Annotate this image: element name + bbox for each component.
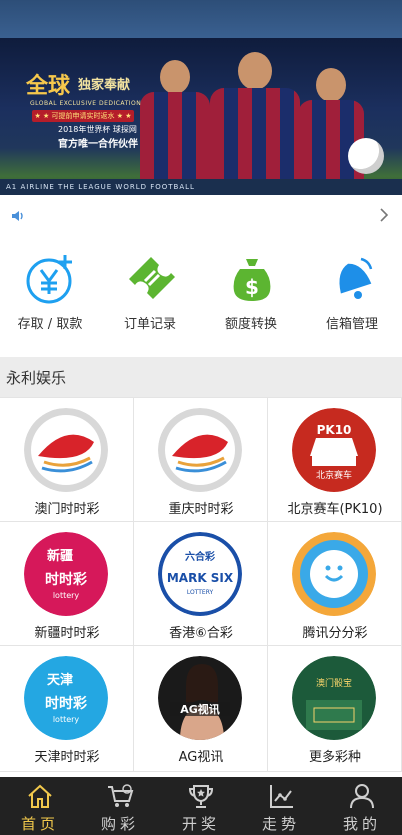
mark6-badge-sub: MARK SIX [167,571,234,585]
notice-bar[interactable] [0,195,402,237]
banner-line-1: 2018年世界杯 球探网 [58,125,137,134]
svg-text:lottery: lottery [53,591,80,600]
nav-label: 首页 [20,815,59,833]
speaker-icon [12,211,23,221]
game-label: 澳门时时彩 [34,502,100,517]
tianjin-badge: 天津 [47,672,73,688]
more-badge: 澳门骰宝 [316,677,352,689]
ssc-logo-icon [24,408,108,492]
user-icon [350,784,374,809]
nav-item-buy[interactable]: 购彩 [80,777,160,835]
game-grid: 澳门时时彩 重庆时时彩 PK10 北京赛车 北京赛车(PK10) 新疆 时时彩 … [0,397,402,772]
trophy-icon [188,785,214,808]
game-tile-ag-live[interactable]: AG视讯 AG视讯 [134,646,268,772]
pk10-badge-sub: 北京赛车 [316,469,352,481]
money-bag-icon: $ [233,259,271,301]
pk10-badge: PK10 [317,423,352,437]
nav-label: 开奖 [181,815,220,833]
game-tile-tencent-ffc[interactable]: 腾讯分分彩 [268,522,402,646]
nav-item-draw[interactable]: 开奖 [161,777,241,835]
mark-six-logo-icon: 六合彩 MARK SIX LOTTERY [158,532,242,616]
chevron-right-icon[interactable] [378,207,390,223]
nav-label: 购彩 [100,815,139,833]
game-label: 更多彩种 [308,750,361,765]
game-tile-chongqing-ssc[interactable]: 重庆时时彩 [134,398,268,522]
game-label: 北京赛车(PK10) [287,502,383,517]
game-tile-hongkong-mark6[interactable]: 六合彩 MARK SIX LOTTERY 香港⑥合彩 [134,522,268,646]
section-title: 永利娱乐 [6,369,67,387]
section-header: 永利娱乐 [0,357,402,397]
banner-tagline: GLOBAL EXCLUSIVE DEDICATION [30,100,142,107]
quick-link-label: 存取 / 取款 [17,317,83,332]
game-label: 新疆时时彩 [34,626,100,641]
wallet-yen-icon [26,255,72,304]
game-tile-beijing-pk10[interactable]: PK10 北京赛车 北京赛车(PK10) [268,398,402,522]
banner-ribbon: ★ ★ 可提前申请实时返水 ★ ★ [32,110,134,122]
game-label: 重庆时时彩 [168,502,234,517]
game-tile-more-games[interactable]: 澳门骰宝 更多彩种 [268,646,402,772]
quick-links: 存取 / 取款 订单记录 $ 额度转换 信箱管理 [0,237,402,345]
nav-item-trend[interactable]: 走势 [241,777,321,835]
quick-link-label: 订单记录 [123,317,176,332]
nav-label: 走势 [261,815,300,833]
home-icon [28,784,52,808]
ssc-logo-icon [158,408,242,492]
player-figure [210,52,300,195]
mark6-badge: 六合彩 [185,550,215,563]
trend-icon [270,785,293,808]
game-tile-xinjiang-ssc[interactable]: 新疆 时时彩 lottery 新疆时时彩 [0,522,134,646]
quick-link-mailbox[interactable]: 信箱管理 [302,237,402,345]
nav-item-mine[interactable]: 我的 [322,777,402,835]
svg-text:$: $ [245,275,259,299]
status-bar [0,0,402,38]
nav-item-home[interactable]: 首页 [0,777,80,835]
xinjiang-ssc-logo-icon: 新疆 时时彩 lottery [24,532,108,616]
quick-link-label: 额度转换 [224,317,277,332]
game-label: 天津时时彩 [34,750,100,765]
bottom-nav: 首页 购彩 开奖 走势 我的 [0,777,402,835]
svg-text:lottery: lottery [53,715,80,724]
quick-link-transfer[interactable]: $ 额度转换 [201,237,301,345]
more-games-logo-icon: 澳门骰宝 [292,656,376,740]
soccer-ball-icon [348,138,384,174]
game-tile-macau-ssc[interactable]: 澳门时时彩 [0,398,134,522]
bell-icon [339,257,373,299]
quick-link-label: 信箱管理 [325,317,378,332]
xinjiang-badge-sub: 时时彩 [45,571,87,588]
nav-label: 我的 [342,815,381,833]
ag-badge: AG视讯 [180,702,220,716]
player-figure [298,68,364,195]
player-figure [140,60,210,195]
tianjin-badge-sub: 时时彩 [45,695,87,712]
game-tile-tianjin-ssc[interactable]: 天津 时时彩 lottery 天津时时彩 [0,646,134,772]
banner-line-2: 官方唯一合作伙伴 [58,139,138,150]
ticket-icon [129,257,175,299]
quick-link-orders[interactable]: 订单记录 [100,237,200,345]
pk10-logo-icon: PK10 北京赛车 [292,408,376,492]
xinjiang-badge: 新疆 [47,548,73,564]
qq-logo-icon [292,532,376,616]
ag-live-logo-icon: AG视讯 [158,656,242,740]
promo-banner[interactable]: 全球 独家奉献 GLOBAL EXCLUSIVE DEDICATION ★ ★ … [0,38,402,195]
game-label: 香港⑥合彩 [169,626,233,641]
game-label: AG视讯 [178,750,224,765]
game-label: 腾讯分分彩 [302,626,368,641]
banner-strip: A1 AIRLINE THE LEAGUE WORLD FOOTBALL [0,179,402,195]
cart-icon [108,784,134,807]
quick-link-deposit[interactable]: 存取 / 取款 [0,237,100,345]
svg-text:LOTTERY: LOTTERY [187,589,214,596]
banner-logo-main: 全球 [26,73,71,99]
tianjin-ssc-logo-icon: 天津 时时彩 lottery [24,656,108,740]
banner-logo-sub: 独家奉献 [78,78,131,93]
